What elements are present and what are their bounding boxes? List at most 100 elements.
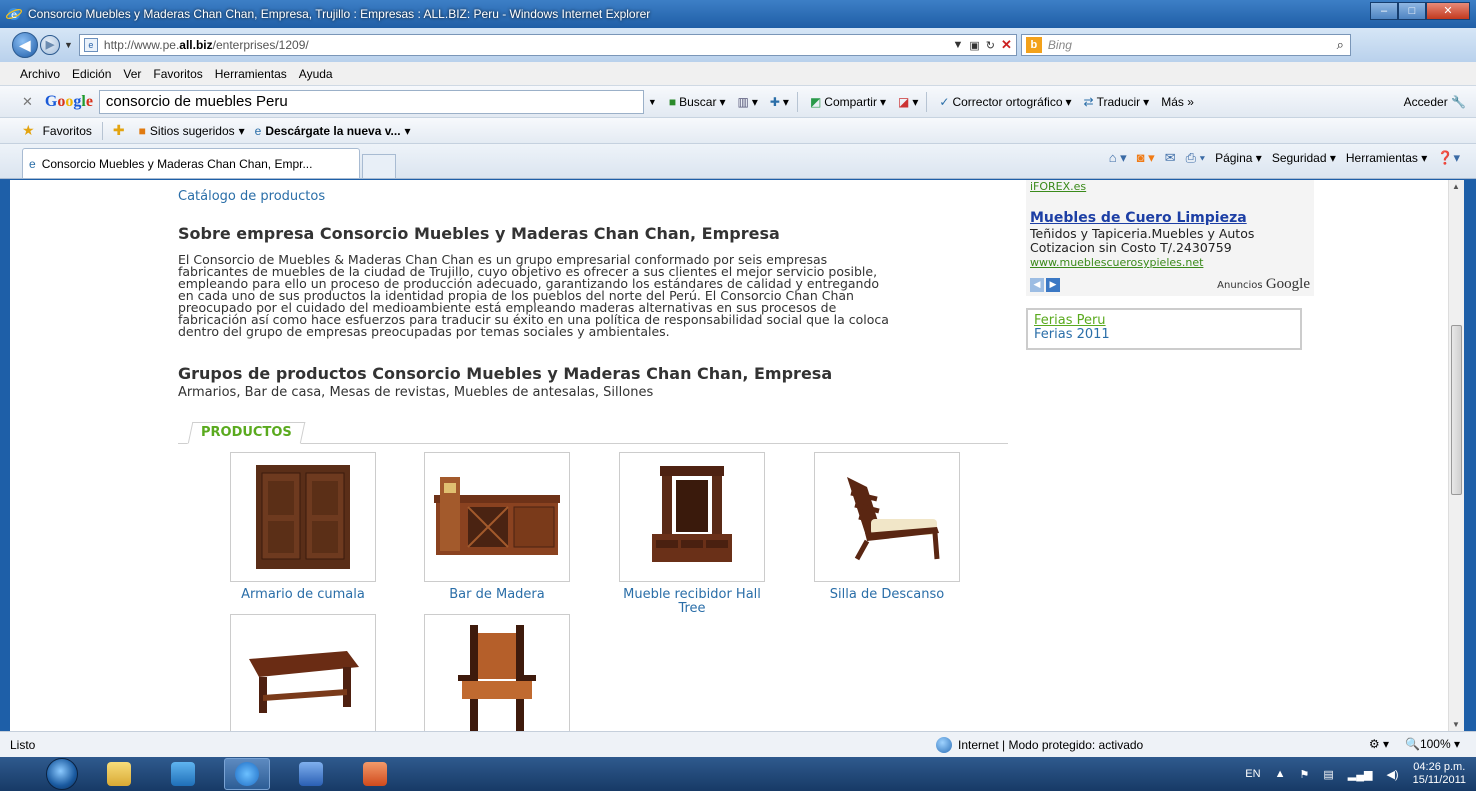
signal-icon[interactable]: ▂▄▆ [1348, 768, 1373, 781]
traducir-button[interactable]: ⇄ Traducir ▾ [1084, 95, 1150, 109]
taskbar-explorer[interactable] [96, 758, 142, 790]
menu-herramientas[interactable]: Herramientas [215, 67, 287, 81]
pages-button[interactable]: ▥ ▾ [737, 95, 757, 109]
refresh-icon[interactable]: ↻ [986, 39, 995, 52]
tab-active[interactable]: e Consorcio Muebles y Maderas Chan Chan,… [22, 148, 360, 178]
ferias-link[interactable]: Ferias Peru [1034, 314, 1294, 328]
search-icon[interactable]: ⌕ [1337, 37, 1344, 53]
address-bar[interactable]: e http://www.pe.all.biz/enterprises/1209… [78, 34, 1017, 56]
print-icon[interactable]: ⎙ ▾ [1186, 150, 1205, 166]
taskbar-powerpoint[interactable] [352, 758, 398, 790]
menu-favoritos[interactable]: Favoritos [153, 67, 202, 81]
herramientas-menu[interactable]: Herramientas ▾ [1346, 151, 1427, 165]
history-dropdown-icon[interactable]: ▼ [64, 40, 73, 50]
product-card[interactable]: Silla de Descanso [814, 452, 960, 602]
taskbar-word[interactable] [288, 758, 334, 790]
seguridad-menu[interactable]: Seguridad ▾ [1272, 151, 1336, 165]
new-tab-button[interactable] [362, 154, 396, 178]
corrector-button[interactable]: ✓ Corrector ortográfico ▾ [939, 95, 1071, 109]
product-image[interactable] [619, 452, 765, 582]
maximize-button[interactable]: □ [1398, 2, 1426, 20]
product-name[interactable]: Armario de cumala [230, 588, 376, 602]
pagina-menu[interactable]: Página ▾ [1215, 151, 1262, 165]
sitios-sugeridos-button[interactable]: ■ Sitios sugeridos ▾ [139, 124, 245, 138]
home-icon[interactable]: ⌂ ▾ [1109, 150, 1127, 166]
scroll-down-icon[interactable]: ▼ [1452, 720, 1460, 729]
help-icon[interactable]: ❓▾ [1437, 150, 1460, 166]
security-dropdown-icon[interactable]: ⚙ ▾ [1369, 737, 1389, 751]
product-image[interactable] [230, 614, 376, 731]
ad-url[interactable]: www.mueblescuerosypieles.net [1030, 256, 1203, 269]
google-search-dropdown-icon[interactable]: ▼ [648, 97, 657, 107]
compat-view-icon[interactable]: ▣ [969, 39, 979, 52]
catalog-link[interactable]: Catálogo de productos [178, 189, 325, 204]
tab-productos[interactable]: PRODUCTOS [187, 422, 306, 444]
vertical-scrollbar[interactable]: ▲ ▼ [1448, 180, 1464, 731]
start-button[interactable] [46, 758, 78, 790]
google-search-input[interactable]: consorcio de muebles Peru [98, 89, 644, 114]
security-zone[interactable]: Internet | Modo protegido: activado [936, 737, 1143, 753]
stop-icon[interactable]: ✕ [1001, 37, 1012, 53]
flag-icon[interactable]: ⚑ [1299, 768, 1309, 781]
product-card[interactable] [230, 614, 376, 731]
mas-button[interactable]: Más » [1161, 95, 1194, 109]
product-card[interactable]: Mueble recibidor Hall Tree [619, 452, 765, 616]
favorites-button[interactable]: ★ Favoritos [22, 122, 92, 139]
suggested-sites-icon: ■ [138, 123, 146, 138]
ad-title[interactable]: Muebles de Cuero Limpieza [1030, 210, 1247, 226]
close-toolbar-icon[interactable]: ✕ [22, 94, 33, 110]
acceder-button[interactable]: Acceder 🔧 [1404, 95, 1466, 109]
close-button[interactable]: ✕ [1426, 2, 1470, 20]
ferias-box: Ferias Peru Ferias 2011 [1026, 308, 1302, 350]
menu-edicion[interactable]: Edición [72, 67, 111, 81]
taskbar-media[interactable] [160, 758, 206, 790]
ferias-link[interactable]: Ferias 2011 [1034, 328, 1294, 342]
compartir-button[interactable]: ◩ Compartir ▾ [810, 95, 886, 109]
plus-button[interactable]: ✚ ▾ [770, 95, 789, 109]
ad-next-icon[interactable]: ▶ [1046, 278, 1060, 292]
descargate-link[interactable]: e Descárgate la nueva v... ▾ [255, 124, 411, 138]
mail-icon[interactable]: ✉ [1165, 150, 1176, 166]
url-dropdown-icon[interactable]: ▼ [953, 39, 964, 51]
taskbar-ie[interactable] [224, 758, 270, 790]
product-card[interactable]: Bar de Madera [424, 452, 570, 602]
page-content: Catálogo de productos Sobre empresa Cons… [10, 180, 1464, 731]
forward-button[interactable]: ▶ [40, 35, 60, 55]
clock[interactable]: 04:26 p.m. 15/11/2011 [1413, 761, 1466, 787]
product-card[interactable]: Armario de cumala [230, 452, 376, 602]
folder-icon [107, 762, 131, 786]
wardrobe-image [256, 465, 350, 569]
product-image[interactable] [424, 614, 570, 731]
back-button[interactable]: ◀ [12, 32, 38, 58]
scroll-thumb[interactable] [1451, 325, 1462, 495]
volume-icon[interactable]: ◀) [1386, 768, 1398, 781]
product-image[interactable] [230, 452, 376, 582]
status-text: Listo [10, 737, 36, 752]
menu-ver[interactable]: Ver [123, 67, 141, 81]
search-box[interactable]: b Bing ⌕ [1020, 34, 1351, 56]
scroll-up-icon[interactable]: ▲ [1452, 182, 1460, 191]
minimize-button[interactable]: – [1370, 2, 1398, 20]
ad-prev-icon[interactable]: ◀ [1030, 278, 1044, 292]
spellcheck-icon: ✓ [939, 94, 950, 109]
menu-archivo[interactable]: Archivo [20, 67, 60, 81]
feeds-icon[interactable]: ◙ ▾ [1137, 150, 1155, 166]
zoom-control[interactable]: 🔍100% ▾ [1405, 737, 1460, 751]
product-name[interactable]: Mueble recibidor Hall Tree [619, 588, 765, 616]
product-card[interactable] [424, 614, 570, 731]
product-name[interactable]: Silla de Descanso [814, 588, 960, 602]
bing-icon: b [1025, 37, 1042, 53]
language-indicator[interactable]: EN [1245, 768, 1260, 780]
menu-ayuda[interactable]: Ayuda [299, 67, 333, 81]
buscar-button[interactable]: ■ Buscar ▾ [669, 95, 726, 109]
anuncios-google[interactable]: Anuncios Google [1217, 276, 1310, 293]
sidewiki-button[interactable]: ◪ ▾ [898, 95, 918, 109]
about-heading: Sobre empresa Consorcio Muebles y Madera… [178, 224, 780, 243]
network-icon[interactable]: ▤ [1323, 768, 1333, 781]
product-name[interactable]: Bar de Madera [424, 588, 570, 602]
product-image[interactable] [814, 452, 960, 582]
add-favorite-icon[interactable]: ✚ [113, 122, 129, 139]
tray-expand-icon[interactable]: ▲ [1275, 768, 1286, 780]
product-image[interactable] [424, 452, 570, 582]
ad-top-link[interactable]: iFOREX.es [1030, 180, 1086, 193]
